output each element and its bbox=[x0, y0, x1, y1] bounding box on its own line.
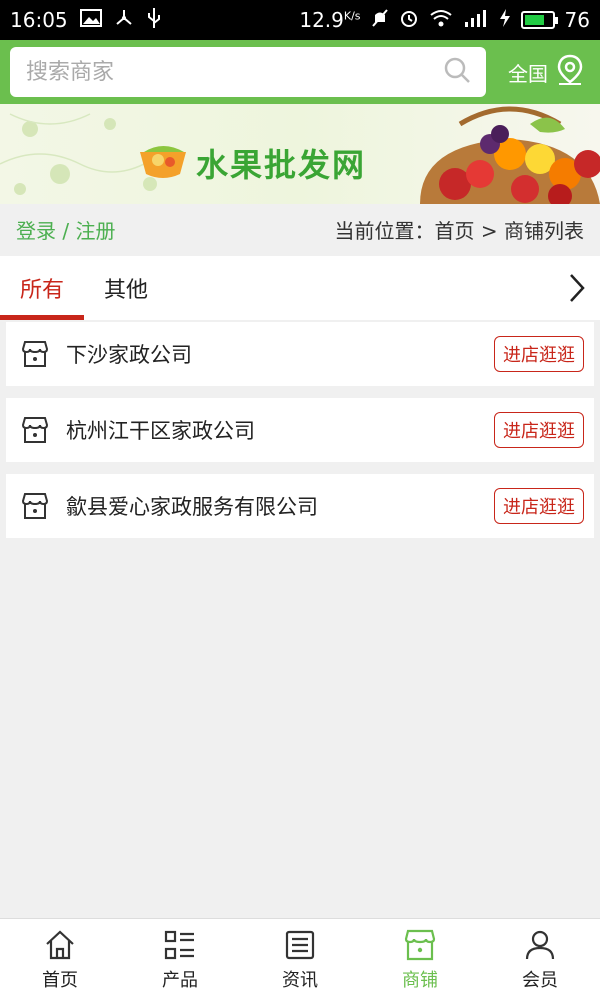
login-register-link[interactable]: 登录 / 注册 bbox=[16, 215, 115, 244]
product-icon bbox=[164, 930, 194, 959]
nav-label: 资讯 bbox=[282, 969, 318, 991]
header: 全国 bbox=[0, 40, 600, 104]
visit-store-button[interactable]: 进店逛逛 bbox=[494, 488, 584, 524]
tab-other[interactable]: 其他 bbox=[84, 256, 168, 320]
battery-icon bbox=[520, 11, 558, 29]
store-name: 杭州江干区家政公司 bbox=[66, 419, 255, 443]
nav-label: 产品 bbox=[162, 969, 198, 991]
wifi-icon bbox=[429, 9, 453, 31]
store-name: 歙县爱心家政服务有限公司 bbox=[66, 495, 318, 519]
visit-store-button[interactable]: 进店逛逛 bbox=[494, 412, 584, 448]
store-icon bbox=[21, 341, 49, 367]
banner-title: 水果批发网 bbox=[196, 146, 367, 184]
chevron-right-icon[interactable] bbox=[554, 256, 600, 320]
store-row[interactable]: 下沙家政公司 进店逛逛 bbox=[6, 322, 594, 386]
nav-products[interactable]: 产品 bbox=[120, 919, 240, 1000]
breadcrumb: 当前位置：首页 > 商铺列表 bbox=[334, 218, 584, 243]
status-time: 16:05 bbox=[10, 8, 68, 32]
category-tabs: 所有 其他 bbox=[0, 256, 600, 320]
fruit-basket-image bbox=[420, 106, 600, 204]
bottom-nav: 首页 产品 资讯 商铺 会员 bbox=[0, 918, 600, 1000]
store-list: 下沙家政公司 进店逛逛 杭州江干区家政公司 进店逛逛 歙县爱心家政服务有限公司 … bbox=[6, 322, 594, 550]
search-input[interactable] bbox=[26, 59, 442, 85]
visit-store-button[interactable]: 进店逛逛 bbox=[494, 336, 584, 372]
banner[interactable]: 水果批发网 bbox=[0, 104, 600, 204]
charging-icon bbox=[499, 8, 511, 32]
nav-news[interactable]: 资讯 bbox=[240, 919, 360, 1000]
alarm-icon bbox=[399, 8, 419, 32]
nav-member[interactable]: 会员 bbox=[480, 919, 600, 1000]
store-row[interactable]: 杭州江干区家政公司 进店逛逛 bbox=[6, 398, 594, 462]
signal-icon bbox=[463, 8, 489, 32]
user-icon bbox=[525, 930, 555, 959]
image-icon bbox=[79, 9, 102, 31]
status-bar: 16:05 12.9K/s 76 bbox=[0, 0, 600, 40]
store-row[interactable]: 歙县爱心家政服务有限公司 进店逛逛 bbox=[6, 474, 594, 538]
news-icon bbox=[285, 930, 315, 959]
region-label: 全国 bbox=[508, 61, 548, 86]
home-icon bbox=[46, 930, 74, 959]
network-speed: 12.9K/s bbox=[299, 8, 361, 32]
search-box[interactable] bbox=[10, 47, 486, 97]
store-name: 下沙家政公司 bbox=[66, 343, 192, 367]
location-icon bbox=[556, 54, 584, 91]
nav-home[interactable]: 首页 bbox=[0, 919, 120, 1000]
store-icon bbox=[21, 493, 49, 519]
nav-label: 商铺 bbox=[402, 969, 438, 991]
nav-label: 首页 bbox=[42, 969, 78, 991]
tab-all[interactable]: 所有 bbox=[0, 256, 85, 320]
breadcrumb-bar: 登录 / 注册 当前位置：首页 > 商铺列表 bbox=[0, 204, 600, 254]
usb-icon bbox=[146, 7, 162, 33]
region-selector[interactable]: 全国 bbox=[508, 54, 590, 91]
store-icon bbox=[404, 929, 436, 960]
search-icon[interactable] bbox=[442, 55, 472, 89]
store-icon bbox=[21, 417, 49, 443]
nav-label: 会员 bbox=[522, 969, 558, 991]
fruit-cup-logo bbox=[140, 146, 186, 178]
battery-level: 76 bbox=[564, 8, 590, 32]
mute-icon bbox=[371, 8, 389, 32]
nav-stores[interactable]: 商铺 bbox=[360, 919, 480, 1000]
share-icon bbox=[114, 8, 134, 32]
